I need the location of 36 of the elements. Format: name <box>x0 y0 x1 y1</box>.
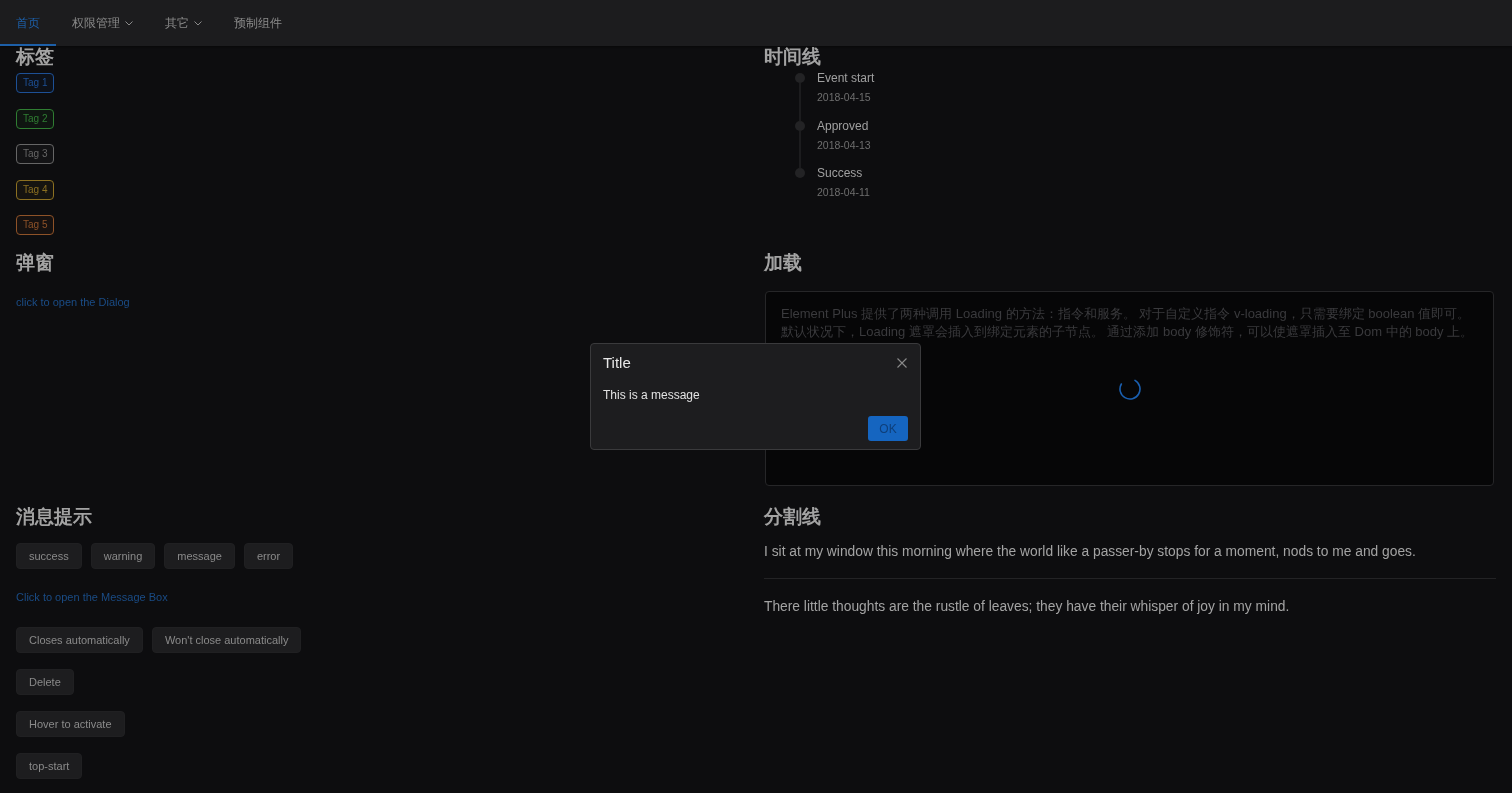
section-heading: 消息提示 <box>16 506 92 528</box>
message-type-button[interactable]: error <box>243 543 294 569</box>
tag: Tag 5 <box>16 215 55 235</box>
action-button[interactable]: Delete <box>16 669 74 695</box>
close-icon[interactable] <box>897 358 907 368</box>
section-heading: 时间线 <box>764 46 821 68</box>
paragraph-text: There little thoughts are the rustle of leaves; they have their whisper of joy in my mind. <box>764 598 1291 616</box>
tag: Tag 4 <box>16 179 55 200</box>
section-heading: 分割线 <box>764 506 821 528</box>
nav-tab[interactable]: 权限管理 <box>56 0 149 46</box>
message-type-button[interactable]: warning <box>90 543 156 569</box>
event-title: Success <box>817 165 864 182</box>
nav-tab[interactable]: 预制组件 <box>218 0 298 46</box>
dialog-title: Title <box>603 353 631 373</box>
tag: Tag 2 <box>16 108 55 129</box>
event-title: Approved <box>817 117 870 135</box>
message-type-button[interactable]: message <box>164 543 235 569</box>
tag: Tag 3 <box>16 144 55 164</box>
nav-tab[interactable]: 其它 <box>149 0 218 46</box>
message-type-button[interactable]: success <box>16 543 82 569</box>
nav-tab[interactable]: 首页 <box>0 0 56 46</box>
event-title: Event start <box>817 70 875 87</box>
event-date: 2018-04-15 <box>817 90 872 105</box>
action-button[interactable]: Closes automatically <box>16 627 143 653</box>
section-heading: 弹窗 <box>16 252 54 274</box>
action-button[interactable]: Hover to activate <box>16 711 125 737</box>
loading-spinner-icon <box>1118 377 1141 400</box>
paragraph-text: I sit at my window this morning where the world like a passer-by stops for a moment, nods to me and goes. <box>764 543 1417 561</box>
section-heading: 加载 <box>764 252 802 274</box>
section-heading: 标签 <box>16 46 54 68</box>
event-date: 2018-04-11 <box>817 185 870 200</box>
tag: Tag 1 <box>16 73 55 93</box>
action-button[interactable]: top-start <box>16 753 83 779</box>
action-button[interactable]: Won't close automatically <box>151 627 302 653</box>
event-date: 2018-04-13 <box>817 137 871 153</box>
dialog-message: This is a message <box>603 387 700 403</box>
